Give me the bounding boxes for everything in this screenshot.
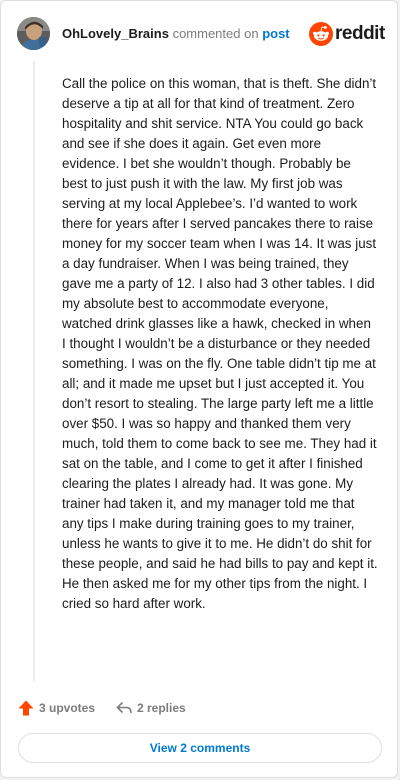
avatar[interactable] <box>17 17 50 50</box>
comment-body: Call the police on this woman, that is t… <box>62 76 378 611</box>
reddit-snoo-icon <box>309 22 333 46</box>
thread-line[interactable] <box>33 61 35 681</box>
upvote-count: 3 upvotes <box>39 701 96 715</box>
username[interactable]: OhLovely_Brains <box>62 26 169 41</box>
reply-arrow-icon <box>116 702 132 714</box>
action-text: commented on <box>172 26 259 41</box>
comment-header: OhLovely_Brains commented on post reddit <box>17 17 385 51</box>
replies-count: 2 replies <box>137 701 186 715</box>
view-comments-button[interactable]: View 2 comments <box>18 733 382 763</box>
reddit-wordmark: reddit <box>335 23 385 44</box>
post-link[interactable]: post <box>262 26 289 41</box>
upvote-arrow-icon <box>18 700 34 716</box>
reddit-logo[interactable]: reddit <box>309 21 385 47</box>
comment-meta: OhLovely_Brains commented on post <box>62 26 290 42</box>
comment-card: OhLovely_Brains commented on post reddit… <box>0 0 398 778</box>
avatar-image <box>17 17 50 50</box>
